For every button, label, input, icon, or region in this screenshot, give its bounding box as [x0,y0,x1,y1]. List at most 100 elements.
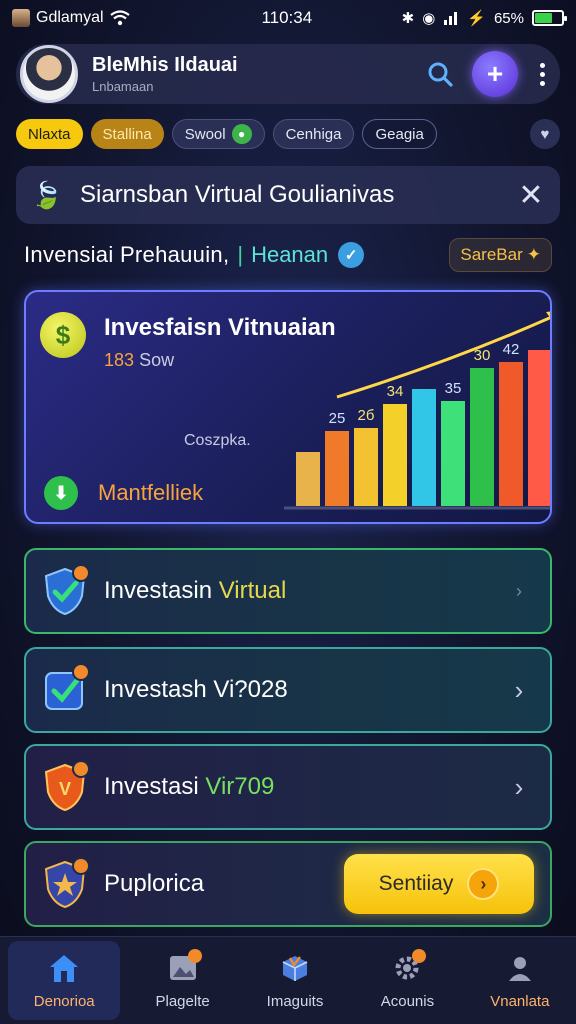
down-arrow-check-icon: ⬇ [44,476,78,510]
heart-icon: ♥ [540,125,550,143]
plus-icon: + [486,58,504,89]
nav-label: Imaguits [266,993,324,1010]
nav-label: Acounis [380,993,435,1010]
shield-star-icon [42,857,90,909]
chart-bar [499,362,523,506]
list-label: Investasin Virtual [104,577,504,605]
filter-chips: Nlaxta Stallina Swool ● Cenhiga Geagia ♥ [16,118,560,150]
list-label-plain: Investasi [104,773,206,800]
cta-button[interactable]: Sentiiay › [344,854,534,914]
favorite-button[interactable]: ♥ [530,119,560,149]
chip-1[interactable]: Stallina [90,119,164,149]
bottom-navigation: Denorioa Plagelte Imaguits Acounis Vnanl… [0,936,576,1024]
user-name: BleMhis Ildauai [92,54,238,76]
shield-v-icon: V [42,760,90,812]
chart-bar [441,401,465,506]
chart-data-label: 2б [358,407,375,424]
chart-bar [296,452,320,506]
verified-check-icon: ✓ [338,242,365,268]
chart-data-label: 25 [329,410,346,427]
sparkle-icon: ✦ [526,245,541,264]
search-icon [428,62,453,87]
section-header: Invensiai Prehauuin, | Heanan ✓ SareBar … [24,236,552,274]
hero-value: 183 Sow [104,350,174,371]
chart-bar [528,350,550,506]
investment-summary-card[interactable]: $ Invesfaisn Vitnuaian 183 Sow Coszpka. … [24,290,552,524]
hero-small-label: Coszpka. [184,432,251,449]
data-icon: ⚡ [467,10,486,27]
user-subtitle: Lnbamaan [92,79,154,94]
chevron-right-icon: › [514,771,524,802]
chart-bar [470,368,494,506]
chevron-right-icon: › [514,674,524,705]
list-item-investash[interactable]: Investash Vi?028 › [24,647,552,733]
carrier-label: Gdlamyal [36,9,104,26]
notification-avatar-icon [12,9,30,27]
chart-bar [354,428,378,506]
hero-footer: Mantfelliek [98,480,204,505]
chip-3[interactable]: Cenhiga [272,119,355,149]
nav-item-accounts[interactable]: Acounis [351,937,463,1024]
list-item-puplorica[interactable]: Puplorica Sentiiay › [24,841,552,927]
list-label-accent: Vir709 [205,773,275,800]
list-label-accent: Virtual [218,577,287,604]
search-button[interactable] [422,56,458,92]
banner-title: Siarnsban Virtual Goulianivas [80,181,395,208]
list-item-investasin-virtual[interactable]: Investasin Virtual › [24,548,552,634]
leaf-icon: 🍃 [30,179,64,210]
more-dot [539,80,545,86]
chart-data-label: 42 [503,341,520,358]
nav-item-profile[interactable]: Vnanlata [464,937,576,1024]
wifi-icon [109,10,130,26]
svg-text:V: V [59,779,71,799]
battery-percent: 65% [493,9,524,27]
announcement-banner[interactable]: 🍃 Siarnsban Virtual Goulianivas ✕ [16,166,560,224]
avatar[interactable] [20,45,78,103]
chip-0[interactable]: Nlaxta [16,119,83,149]
dollar-coin-icon: $ [40,312,86,358]
notification-badge [72,663,90,681]
add-button[interactable]: + [472,51,518,97]
signal-icon [444,12,458,25]
growth-bar-chart: 25 2б34 3530 42 [284,311,550,510]
shield-check-icon [42,564,90,616]
list-label-plain: Investasin [104,577,219,604]
chip-badge-icon: ● [231,124,252,144]
hero-value-number: 183 [104,350,135,370]
status-left: Gdlamyal [12,9,212,27]
notification-badge [412,949,427,963]
status-bar: Gdlamyal 110:34 ✱ ◉ ⚡ 65% [0,0,576,36]
checkbox-check-icon [42,663,90,715]
nav-item-home[interactable]: Denorioa [8,941,121,1020]
more-dot [539,62,545,68]
chart-data-label: 34 [387,383,404,400]
list-label: Puplorica [104,870,205,897]
nav-label: Vnanlata [490,993,550,1010]
notification-badge [72,857,90,875]
see-all-button[interactable]: SareBar ✦ [449,238,552,272]
close-banner-button[interactable]: ✕ [514,178,548,212]
alarm-icon: ◉ [422,10,436,27]
nav-item-box[interactable]: Imaguits [239,937,351,1024]
status-right: ✱ ◉ ⚡ 65% [401,9,567,27]
nav-label: Denorioa [33,993,95,1010]
more-menu-button[interactable] [532,62,552,86]
bluetooth-icon: ✱ [401,10,415,27]
profile-header: BleMhis Ildauai Lnbamaan + [16,44,560,104]
list-label: Investasi Vir709 [104,773,504,801]
section-link[interactable]: Heanan [251,242,328,268]
chip-4[interactable]: Geagia [362,119,437,149]
nav-item-gallery[interactable]: Plagelte [126,937,238,1024]
list-item-investasi[interactable]: V Investasi Vir709 › [24,744,552,830]
section-title: Invensiai Prehauuin, [24,242,230,267]
see-all-label: SareBar [460,245,523,264]
chart-bar [412,389,436,506]
box-icon [278,951,312,985]
chart-bar [383,404,407,506]
battery-fill [535,13,552,23]
section-separator: | [237,242,244,267]
clock: 110:34 [261,8,313,27]
chip-2[interactable]: Swool ● [171,119,265,149]
nav-label: Plagelte [155,993,210,1010]
battery-icon [532,10,567,26]
